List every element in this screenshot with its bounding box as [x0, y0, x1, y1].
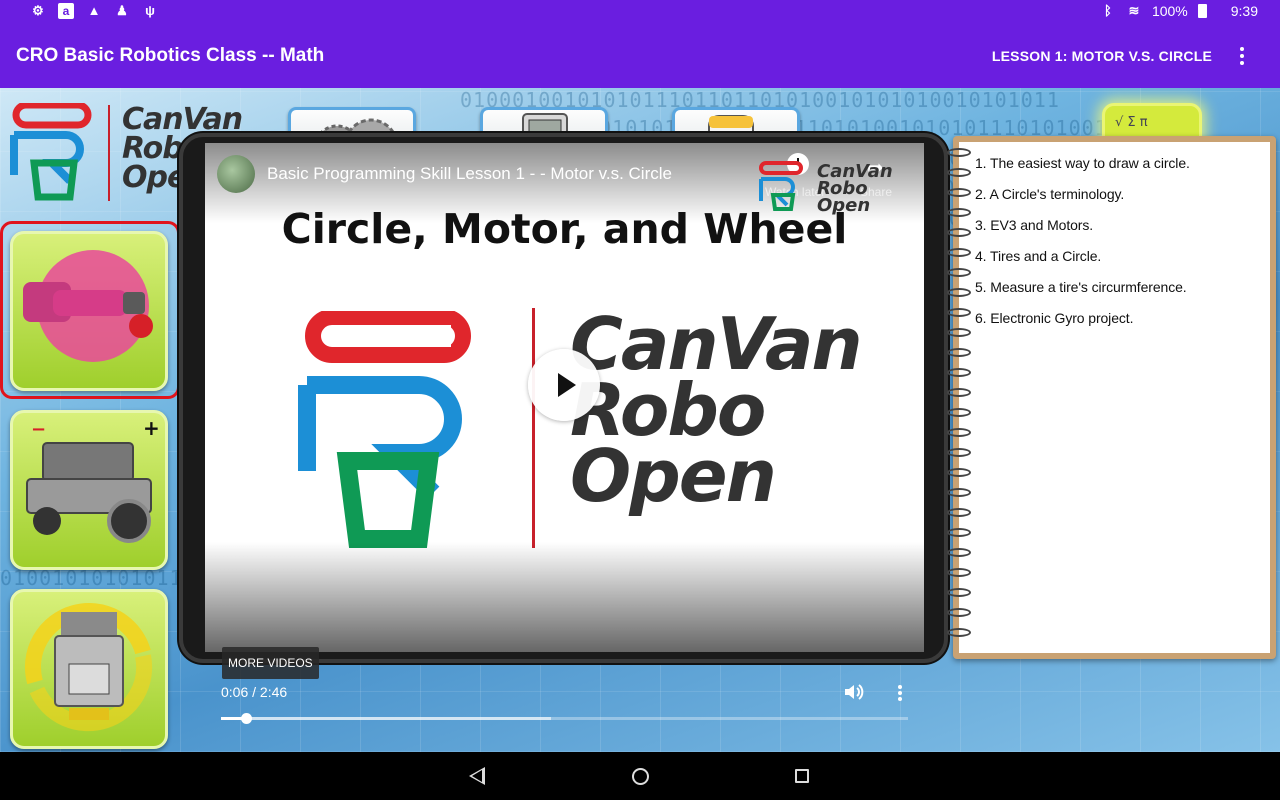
spiral-ring — [947, 588, 971, 597]
lesson-title: LESSON 1: MOTOR V.S. CIRCLE — [991, 48, 1212, 64]
robot-turn-button[interactable] — [10, 589, 168, 749]
status-bar: ⚙ a ▲ ♟ ψ ᛒ ≋ 100% 9:39 — [0, 0, 1280, 24]
system-nav-bar — [0, 752, 1280, 800]
battery-level: 100% — [1151, 3, 1188, 19]
cro-logo-mark — [10, 103, 92, 201]
notebook-spiral — [947, 148, 971, 648]
spiral-ring — [947, 288, 971, 297]
video-progress-bar[interactable] — [221, 713, 908, 724]
svg-text:√ Σ π: √ Σ π — [1115, 115, 1148, 130]
logo-line-1: CanVan — [122, 102, 243, 137]
spiral-ring — [947, 468, 971, 477]
home-icon[interactable] — [632, 768, 649, 785]
spiral-ring — [947, 408, 971, 417]
spiral-ring — [947, 508, 971, 517]
recent-apps-icon[interactable] — [795, 769, 809, 783]
topic-item[interactable]: 5. Measure a tire's circurmference. — [975, 277, 1190, 308]
svg-text:−: − — [31, 419, 46, 440]
spiral-ring — [947, 148, 971, 157]
ev3-robot-icon: − + — [26, 416, 160, 543]
topic-item[interactable]: 2. A Circle's terminology. — [975, 184, 1190, 215]
app-title: CRO Basic Robotics Class -- Math — [16, 45, 325, 66]
more-videos-button[interactable]: MORE VIDEOS — [222, 647, 319, 679]
spiral-ring — [947, 348, 971, 357]
spiral-ring — [947, 628, 971, 637]
robot-speed-button[interactable]: − + — [10, 410, 168, 570]
wifi-icon: ≋ — [1128, 3, 1140, 18]
usb-icon: ψ — [145, 3, 155, 18]
topic-item[interactable]: 4. Tires and a Circle. — [975, 246, 1190, 277]
spiral-ring — [947, 328, 971, 337]
battery-icon — [1197, 4, 1207, 18]
android-icon: ♟ — [116, 3, 128, 18]
bluetooth-icon: ᛒ — [1104, 3, 1112, 18]
spiral-ring — [947, 248, 971, 257]
back-icon[interactable] — [469, 767, 485, 785]
spiral-ring — [947, 208, 971, 217]
spiral-ring — [947, 188, 971, 197]
spiral-ring — [947, 528, 971, 537]
topic-item[interactable]: 6. Electronic Gyro project. — [975, 308, 1190, 339]
scrubber-knob[interactable] — [240, 713, 252, 724]
robot-rotate-icon — [25, 602, 153, 732]
spiral-ring — [947, 568, 971, 577]
buffer-bar — [221, 717, 551, 720]
spiral-ring — [947, 428, 971, 437]
video-timecode: 0:06 / 2:46 — [221, 684, 288, 700]
spiral-ring — [947, 368, 971, 377]
spiral-ring — [947, 388, 971, 397]
big-cro-logo-mark — [298, 311, 471, 548]
spiral-ring — [947, 488, 971, 497]
play-button[interactable] — [528, 349, 600, 421]
spiral-ring — [947, 308, 971, 317]
volume-icon[interactable] — [842, 681, 864, 703]
motor-button[interactable] — [10, 231, 168, 391]
amazon-icon: a — [58, 3, 74, 19]
clock: 9:39 — [1230, 3, 1258, 19]
overflow-menu-button[interactable] — [1230, 44, 1254, 68]
topic-item[interactable]: 3. EV3 and Motors. — [975, 215, 1190, 246]
spiral-ring — [947, 548, 971, 557]
spiral-ring — [947, 228, 971, 237]
gear-icon: ⚙ — [32, 3, 44, 18]
ev3-motor-icon — [23, 250, 153, 362]
big-logo-text: CanVan Robo Open — [570, 308, 863, 518]
app-bar: CRO Basic Robotics Class -- Math LESSON … — [0, 24, 1280, 88]
video-headline: Circle, Motor, and Wheel — [281, 205, 848, 253]
video-player[interactable]: Basic Programming Skill Lesson 1 - - Mot… — [205, 143, 924, 652]
topic-item[interactable]: 1. The easiest way to draw a circle. — [975, 153, 1190, 184]
svg-text:+: + — [143, 416, 160, 440]
corner-cro-logo-mark — [759, 161, 803, 211]
spiral-ring — [947, 448, 971, 457]
spiral-ring — [947, 608, 971, 617]
more-options-icon[interactable] — [896, 684, 904, 704]
big-logo-line-3: Open — [570, 434, 777, 518]
spiral-ring — [947, 268, 971, 277]
channel-avatar[interactable] — [217, 155, 255, 193]
spiral-ring — [947, 168, 971, 177]
topic-list: 1. The easiest way to draw a circle. 2. … — [975, 153, 1190, 339]
video-title[interactable]: Basic Programming Skill Lesson 1 - - Mot… — [267, 164, 672, 184]
warning-icon: ▲ — [87, 3, 101, 18]
